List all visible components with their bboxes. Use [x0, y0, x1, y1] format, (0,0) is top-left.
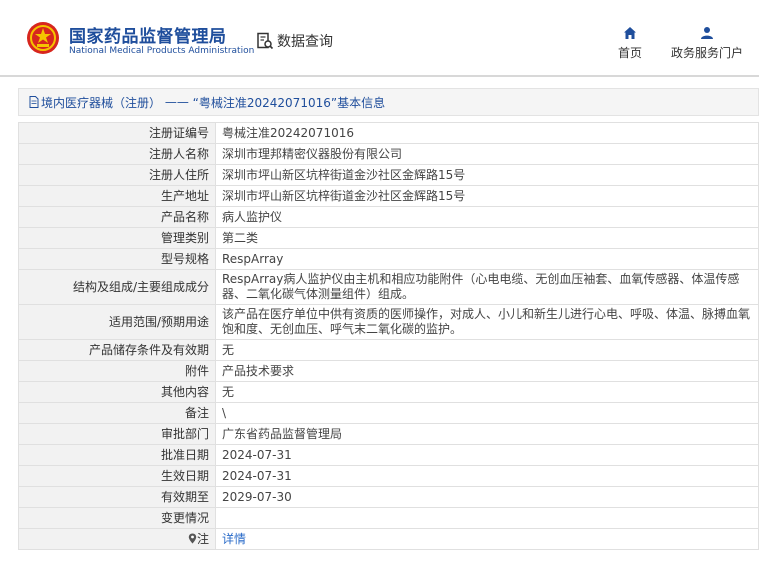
- row-key: 型号规格: [18, 248, 216, 270]
- row-key: 管理类别: [18, 227, 216, 249]
- row-key: 注册人住所: [18, 164, 216, 186]
- table-row: 批准日期 2024-07-31: [18, 444, 759, 466]
- document-icon: [29, 96, 39, 108]
- table-row: 变更情况: [18, 507, 759, 529]
- site-header: 国家药品监督管理局 National Medical Products Admi…: [0, 0, 759, 77]
- row-key: 有效期至: [18, 486, 216, 508]
- row-value: \: [215, 402, 759, 424]
- nav-home-label: 首页: [618, 46, 643, 60]
- table-row: 型号规格 RespArray: [18, 248, 759, 270]
- table-row: 管理类别 第二类: [18, 227, 759, 249]
- details-link[interactable]: 详情: [222, 532, 246, 546]
- row-key: 附件: [18, 360, 216, 382]
- row-key: 产品储存条件及有效期: [18, 339, 216, 361]
- row-key: 审批部门: [18, 423, 216, 445]
- row-value: 2024-07-31: [215, 444, 759, 466]
- table-row: 有效期至 2029-07-30: [18, 486, 759, 508]
- home-icon: [624, 27, 636, 39]
- row-value: 2024-07-31: [215, 465, 759, 487]
- row-key: 批准日期: [18, 444, 216, 466]
- breadcrumb-title: “粤械注准20242071016”基本信息: [192, 95, 386, 110]
- row-key: 其他内容: [18, 381, 216, 403]
- data-query-link[interactable]: 数据查询: [256, 31, 333, 51]
- row-value: 无: [215, 339, 759, 361]
- document-search-icon: [257, 32, 274, 50]
- row-key: 结构及组成/主要组成成分: [18, 269, 216, 305]
- row-key: 备注: [18, 402, 216, 424]
- row-value: 深圳市理邦精密仪器股份有限公司: [215, 143, 759, 165]
- nav-home[interactable]: 首页: [618, 26, 642, 61]
- location-pin-icon: [188, 533, 197, 543]
- data-query-label: 数据查询: [277, 34, 333, 50]
- table-row: 生产地址 深圳市坪山新区坑梓街道金沙社区金辉路15号: [18, 185, 759, 207]
- table-row: 附件 产品技术要求: [18, 360, 759, 382]
- note-key-cell: 注: [18, 528, 216, 550]
- row-value: 深圳市坪山新区坑梓街道金沙社区金辉路15号: [215, 164, 759, 186]
- breadcrumb-separator: ——: [161, 95, 193, 109]
- details-table: 注册证编号 粤械注准20242071016 注册人名称 深圳市理邦精密仪器股份有限公…: [18, 122, 759, 550]
- table-row: 其他内容无: [18, 381, 759, 403]
- row-key: 产品名称: [18, 206, 216, 228]
- row-value: RespArray: [215, 248, 759, 270]
- row-value: 该产品在医疗单位中供有资质的医师操作，对成人、小儿和新生儿进行心电、呼吸、体温、…: [215, 304, 759, 340]
- table-row: 适用范围/预期用途 该产品在医疗单位中供有资质的医师操作，对成人、小儿和新生儿进行…: [18, 304, 759, 340]
- table-row: 备注 \: [18, 402, 759, 424]
- row-value: 无: [215, 381, 759, 403]
- row-value: 深圳市坪山新区坑梓街道金沙社区金辉路15号: [215, 185, 759, 207]
- row-value: 第二类: [215, 227, 759, 249]
- table-row: 注册人名称 深圳市理邦精密仪器股份有限公司: [18, 143, 759, 165]
- row-key: 适用范围/预期用途: [18, 304, 216, 340]
- row-value: 病人监护仪: [215, 206, 759, 228]
- note-key: 注: [196, 531, 209, 546]
- nav-gov-services-label: 政务服务门户: [671, 46, 744, 60]
- row-value: RespArray病人监护仪由主机和相应功能附件（心电电缆、无创血压袖套、血氧传…: [215, 269, 759, 305]
- row-value: [215, 507, 759, 529]
- table-row: 结构及组成/主要组成成分 RespArray病人监护仪由主机和相应功能附件（心电电…: [18, 269, 759, 305]
- row-value: 粤械注准20242071016: [215, 122, 759, 144]
- row-value: 产品技术要求: [215, 360, 759, 382]
- table-row: 注 详情: [18, 528, 759, 550]
- row-key: 生效日期: [18, 465, 216, 487]
- table-row: 注册证编号 粤械注准20242071016: [18, 122, 759, 144]
- table-row: 产品储存条件及有效期无: [18, 339, 759, 361]
- row-key: 注册证编号: [18, 122, 216, 144]
- row-key: 注册人名称: [18, 143, 216, 165]
- user-icon: [701, 27, 713, 39]
- org-name-cn: 国家药品监督管理局: [69, 27, 227, 47]
- table-row: 产品名称 病人监护仪: [18, 206, 759, 228]
- row-value: 2029-07-30: [215, 486, 759, 508]
- details-table-container: 注册证编号 粤械注准20242071016 注册人名称 深圳市理邦精密仪器股份有限公…: [18, 122, 759, 550]
- org-name-en: National Medical Products Administration: [69, 46, 255, 56]
- row-key: 变更情况: [18, 507, 216, 529]
- row-key: 生产地址: [18, 185, 216, 207]
- table-row: 生效日期 2024-07-31: [18, 465, 759, 487]
- breadcrumb: 境内医疗器械（注册） —— “粤械注准20242071016”基本信息: [18, 88, 759, 116]
- table-row: 注册人住所 深圳市坪山新区坑梓街道金沙社区金辉路15号: [18, 164, 759, 186]
- note-value-cell: 详情: [215, 528, 759, 550]
- table-row: 审批部门 广东省药品监督管理局: [18, 423, 759, 445]
- row-value: 广东省药品监督管理局: [215, 423, 759, 445]
- nav-gov-services[interactable]: 政务服务门户: [671, 26, 743, 61]
- national-emblem-icon: [27, 22, 59, 54]
- breadcrumb-category[interactable]: 境内医疗器械（注册）: [41, 94, 161, 111]
